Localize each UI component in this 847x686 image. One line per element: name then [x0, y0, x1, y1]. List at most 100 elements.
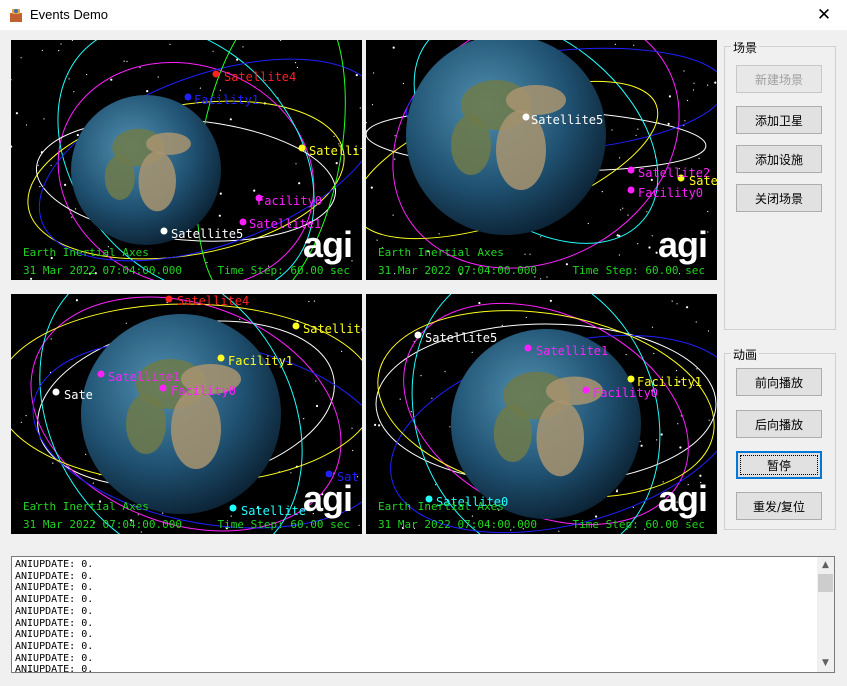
star	[632, 506, 634, 508]
star	[71, 216, 73, 218]
globe-view-bottom-right[interactable]: Satellite5 Satellite1 Facility1 Facility0 Sa…	[366, 294, 717, 534]
object-marker[interactable]	[229, 504, 237, 512]
object-label[interactable]: Satellite	[241, 504, 306, 518]
star	[75, 208, 77, 210]
object-label[interactable]: Facility0	[593, 386, 658, 400]
new-scene-button[interactable]: 新建场景	[736, 65, 822, 93]
log-line: ANIUPDATE: 0.	[15, 570, 94, 582]
star	[125, 322, 127, 324]
object-marker[interactable]	[165, 295, 173, 303]
star	[525, 316, 527, 318]
axes-label: Earth Inertial Axes	[378, 246, 504, 259]
object-label[interactable]: Sate	[64, 388, 93, 402]
object-marker[interactable]	[239, 218, 247, 226]
object-label[interactable]: Satellite4	[177, 294, 249, 308]
star	[618, 254, 620, 256]
globe-view-bottom-left[interactable]: Satellite4 Satellite3 Facility1 Satellite1F…	[11, 294, 362, 534]
star	[218, 214, 221, 217]
log-line: ANIUPDATE: 0.	[15, 617, 94, 629]
close-button[interactable]: ✕	[801, 0, 847, 30]
object-marker[interactable]	[325, 470, 333, 478]
object-marker[interactable]	[627, 186, 635, 194]
object-marker[interactable]	[414, 331, 422, 339]
log-line: ANIUPDATE: 0.	[15, 640, 94, 652]
object-marker[interactable]	[184, 93, 192, 101]
object-marker[interactable]	[522, 113, 530, 121]
close-scene-button[interactable]: 关闭场景	[736, 184, 822, 212]
object-marker[interactable]	[582, 386, 590, 394]
object-label[interactable]: Satellite1	[536, 344, 608, 358]
object-marker[interactable]	[52, 388, 60, 396]
object-label[interactable]: Satellite1	[108, 370, 180, 384]
star	[20, 57, 22, 59]
add-facility-button[interactable]: 添加设施	[736, 145, 822, 173]
star	[679, 446, 682, 449]
object-label[interactable]: Facility0	[171, 384, 236, 398]
object-label[interactable]: Sate	[689, 174, 717, 188]
add-satellite-button[interactable]: 添加卫星	[736, 106, 822, 134]
star	[315, 380, 317, 382]
reset-button[interactable]: 重发/复位	[736, 492, 822, 520]
object-marker[interactable]	[292, 322, 300, 330]
object-label[interactable]: Facility0	[638, 186, 703, 200]
play-backward-button[interactable]: 后向播放	[736, 410, 822, 438]
axes-label: Earth Inertial Axes	[23, 246, 149, 259]
object-label[interactable]: Facility1	[194, 93, 259, 107]
globe-view-top-right[interactable]: Satellite5 Satellite2 Facility0 Sate Earth I…	[366, 40, 717, 280]
star	[622, 207, 624, 209]
star	[296, 66, 298, 69]
object-label[interactable]: Satellite5	[425, 331, 497, 345]
object-label[interactable]: Satellite5	[531, 113, 603, 127]
log-scrollbar[interactable]: ▲ ▼	[817, 557, 834, 672]
star	[335, 162, 338, 165]
log-line: ANIUPDATE: 0.	[15, 664, 94, 673]
object-marker[interactable]	[212, 70, 220, 78]
star	[614, 43, 616, 45]
star	[402, 82, 404, 85]
star	[444, 370, 446, 373]
star	[648, 246, 651, 249]
star	[637, 128, 639, 130]
object-marker[interactable]	[298, 144, 306, 152]
object-marker[interactable]	[160, 227, 168, 235]
star	[668, 95, 671, 98]
agi-logo: agi	[302, 478, 353, 519]
star	[601, 191, 603, 193]
star	[431, 397, 433, 399]
pause-button[interactable]: 暂停	[736, 451, 822, 479]
star	[374, 423, 377, 426]
star	[549, 299, 552, 302]
object-label[interactable]: Facility0	[257, 194, 322, 208]
object-marker[interactable]	[627, 375, 635, 383]
object-marker[interactable]	[524, 344, 532, 352]
scroll-down-arrow-icon[interactable]: ▼	[817, 655, 834, 672]
object-marker[interactable]	[97, 370, 105, 378]
log-line: ANIUPDATE: 0.	[15, 629, 94, 641]
star	[635, 134, 637, 136]
play-forward-button[interactable]: 前向播放	[736, 368, 822, 396]
star	[239, 318, 241, 320]
event-log[interactable]: ANIUPDATE: 0. ANIUPDATE: 0. ANIUPDATE: 0. A…	[11, 556, 835, 673]
object-marker[interactable]	[217, 354, 225, 362]
star	[420, 375, 422, 377]
star	[126, 60, 128, 63]
star	[37, 164, 39, 166]
object-marker[interactable]	[159, 384, 167, 392]
object-label[interactable]: Satellite3	[309, 144, 362, 158]
star	[60, 43, 62, 45]
globe-view-top-left[interactable]: Satellite4 Facility1 Satellite3 Facility0 Sa…	[11, 40, 362, 280]
star	[169, 43, 171, 45]
scroll-thumb[interactable]	[818, 574, 833, 592]
object-label[interactable]: Facility1	[228, 354, 293, 368]
star	[707, 330, 710, 332]
scroll-up-arrow-icon[interactable]: ▲	[817, 557, 834, 574]
star	[640, 444, 643, 447]
star	[558, 530, 560, 532]
star	[298, 182, 301, 185]
object-label[interactable]: Satellite3	[303, 322, 362, 336]
star	[355, 74, 358, 77]
object-label[interactable]: Satellite5	[171, 227, 243, 241]
object-marker[interactable]	[627, 166, 635, 174]
object-label[interactable]: Satellite4	[224, 70, 296, 84]
star	[41, 49, 43, 51]
